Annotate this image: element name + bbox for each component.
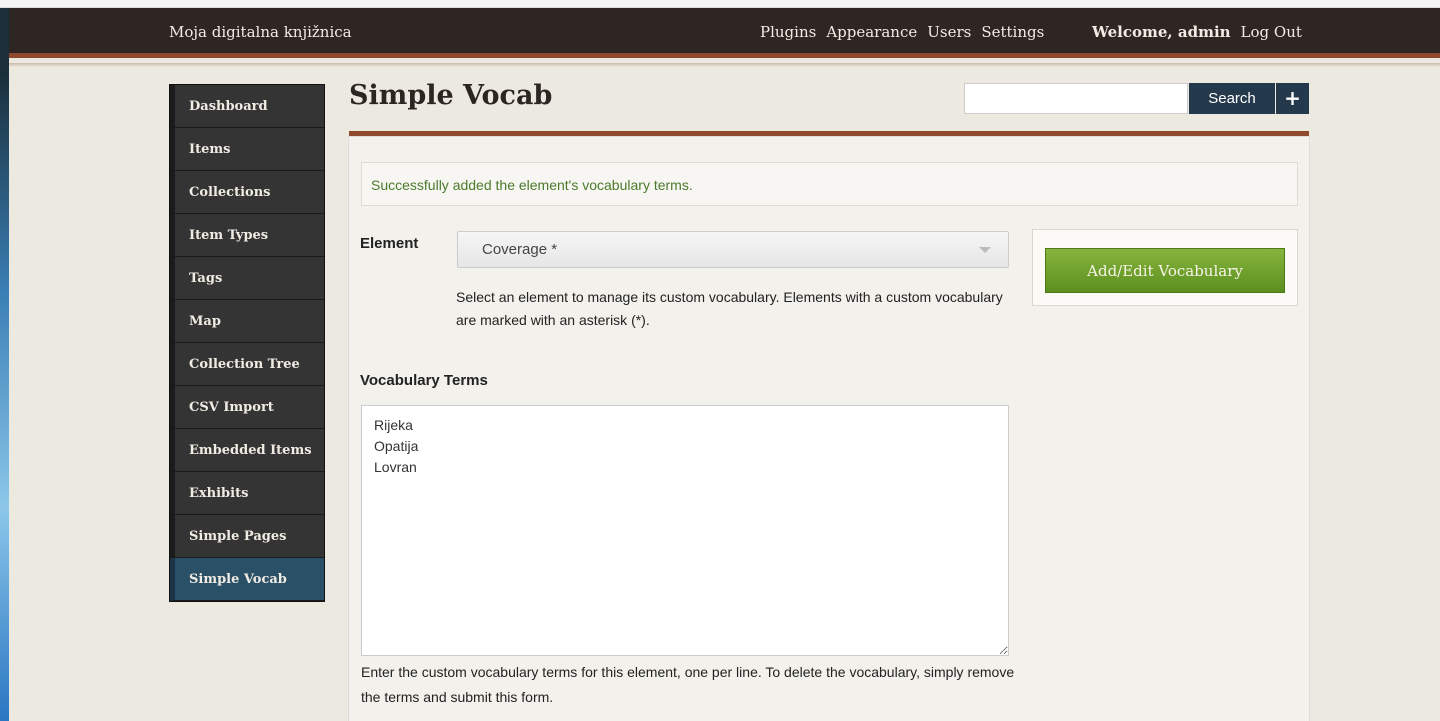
add-edit-vocabulary-button[interactable]: Add/Edit Vocabulary [1045, 248, 1285, 293]
element-select-value: Coverage * [482, 241, 558, 258]
search-input[interactable] [964, 83, 1188, 114]
advanced-search-button[interactable]: + [1276, 83, 1309, 114]
desktop-background-edge [0, 8, 9, 721]
sidebar-item-simple-vocab[interactable]: Simple Vocab [170, 558, 324, 601]
element-select[interactable]: Coverage * [457, 231, 1009, 268]
sidebar-item-items[interactable]: Items [170, 128, 324, 171]
nav-plugins-link[interactable]: Plugins [760, 23, 816, 41]
sidebar-item-simple-pages[interactable]: Simple Pages [170, 515, 324, 558]
sidebar-item-exhibits[interactable]: Exhibits [170, 472, 324, 515]
nav-users-link[interactable]: Users [927, 23, 971, 41]
vocabulary-terms-textarea[interactable]: Rijeka Opatija Lovran [361, 405, 1009, 656]
sidebar-item-tags[interactable]: Tags [170, 257, 324, 300]
chevron-down-icon [979, 247, 991, 253]
sidebar-item-embedded-items[interactable]: Embedded Items [170, 429, 324, 472]
header-shadow [9, 63, 1440, 67]
vocabulary-terms-help-text: Enter the custom vocabulary terms for th… [361, 664, 1015, 705]
sidebar-item-map[interactable]: Map [170, 300, 324, 343]
success-flash-message: Successfully added the element's vocabul… [361, 162, 1298, 206]
welcome-user-link[interactable]: Welcome, admin [1092, 23, 1231, 41]
sidebar-item-collection-tree[interactable]: Collection Tree [170, 343, 324, 386]
admin-header: Moja digitalna knjižnica Plugins Appeara… [9, 8, 1440, 58]
nav-settings-link[interactable]: Settings [981, 23, 1044, 41]
sidebar-item-dashboard[interactable]: Dashboard [170, 85, 324, 128]
browser-chrome-sliver [0, 0, 1440, 8]
logout-link[interactable]: Log Out [1241, 23, 1302, 41]
sidebar-item-item-types[interactable]: Item Types [170, 214, 324, 257]
element-field-label: Element [360, 235, 419, 252]
page-title: Simple Vocab [349, 80, 553, 111]
sidebar-item-collections[interactable]: Collections [170, 171, 324, 214]
user-nav: Welcome, admin Log Out [1092, 23, 1302, 41]
sidebar-item-csv-import[interactable]: CSV Import [170, 386, 324, 429]
vocabulary-terms-label: Vocabulary Terms [360, 372, 488, 389]
nav-appearance-link[interactable]: Appearance [826, 23, 917, 41]
element-help-text: Select an element to manage its custom v… [456, 289, 1003, 328]
admin-sidebar: Dashboard Items Collections Item Types T… [169, 84, 325, 602]
search-button[interactable]: Search [1189, 83, 1275, 114]
site-title-link[interactable]: Moja digitalna knjižnica [169, 23, 352, 41]
global-nav: Plugins Appearance Users Settings [760, 23, 1044, 41]
